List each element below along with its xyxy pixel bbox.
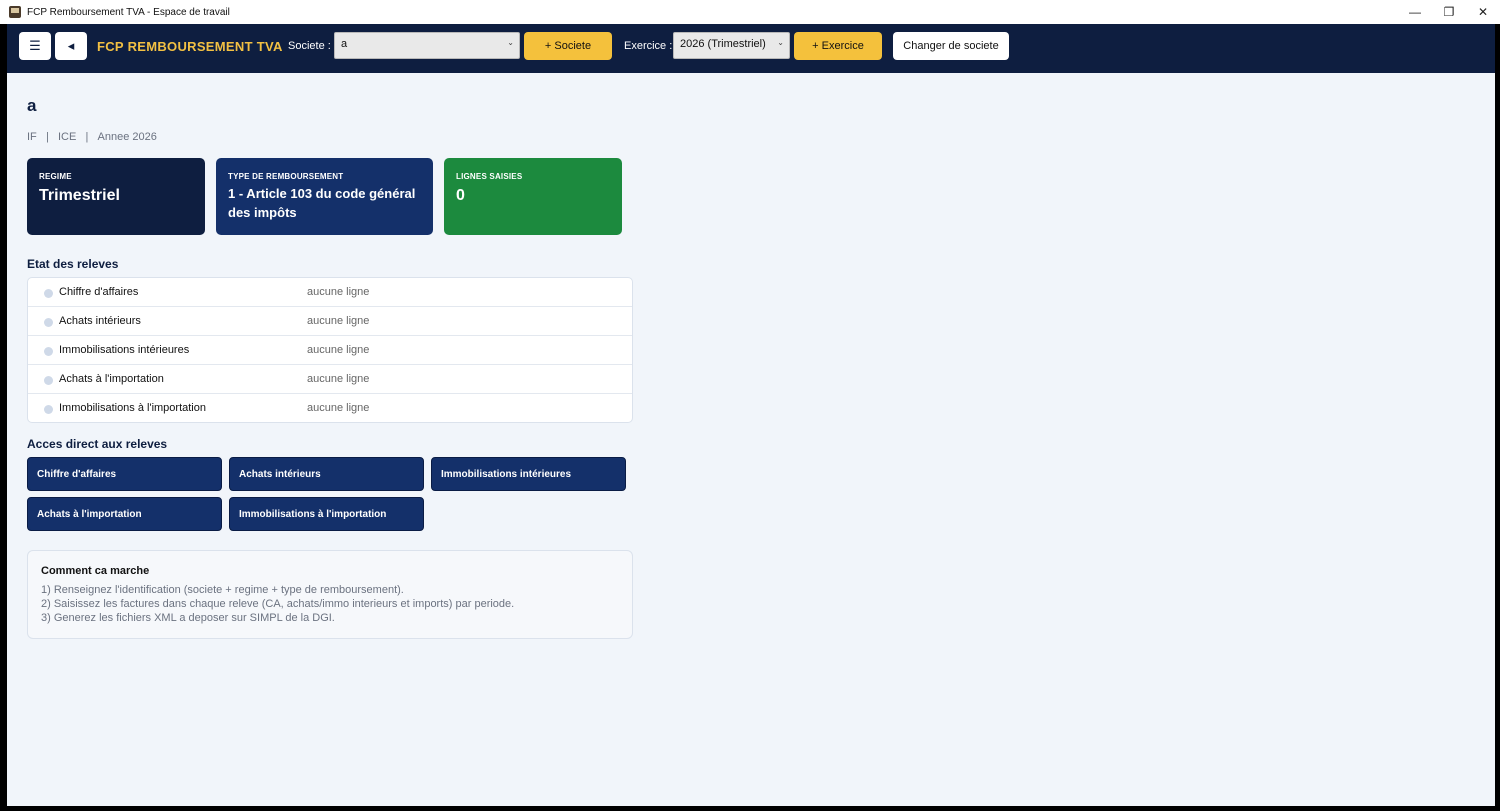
status-section-title: Etat des releves [27, 257, 119, 271]
refund-type-caption: TYPE DE REMBOURSEMENT [228, 172, 344, 181]
close-icon[interactable]: ✕ [1466, 0, 1500, 24]
back-arrow-icon: ◂ [67, 38, 75, 53]
status-row-state: aucune ligne [307, 315, 370, 327]
menu-button[interactable]: ☰ [19, 32, 51, 60]
restore-icon[interactable]: ❐ [1432, 0, 1466, 24]
status-row-name: Immobilisations à l'importation [59, 402, 206, 414]
minimize-icon[interactable]: — [1398, 0, 1432, 24]
help-title: Comment ca marche [41, 565, 150, 577]
help-step: 1) Renseignez l'identification (societe … [41, 584, 404, 596]
hamburger-icon: ☰ [29, 38, 41, 53]
meta-annee: Annee 2026 [97, 131, 157, 143]
nav-achats-importation-button[interactable]: Achats à l'importation [27, 497, 222, 531]
app-window: FCP Remboursement TVA - Espace de travai… [0, 0, 1500, 811]
nav-immobilisations-interieures-button[interactable]: Immobilisations intérieures [431, 457, 626, 491]
status-row: Chiffre d'affaires aucune ligne [28, 278, 632, 307]
status-row-name: Achats intérieurs [59, 315, 141, 327]
back-button[interactable]: ◂ [55, 32, 87, 60]
chevron-down-icon: ⌄ [777, 38, 784, 47]
status-row: Immobilisations à l'importation aucune l… [28, 394, 632, 423]
status-row-name: Immobilisations intérieures [59, 344, 190, 356]
app-brand: FCP REMBOURSEMENT TVA [97, 39, 283, 54]
window-title: FCP Remboursement TVA - Espace de travai… [27, 6, 230, 18]
exercice-select[interactable]: 2026 (Trimestriel) ⌄ [673, 32, 790, 59]
chevron-down-icon: ⌄ [507, 38, 514, 47]
status-row: Immobilisations intérieures aucune ligne [28, 336, 632, 365]
status-dot-icon [44, 405, 53, 414]
exercice-select-value: 2026 (Trimestriel) [680, 38, 766, 50]
company-meta: IF | ICE | Annee 2026 [27, 131, 157, 143]
help-panel: Comment ca marche 1) Renseignez l'identi… [27, 550, 633, 639]
status-dot-icon [44, 376, 53, 385]
lines-count-card: LIGNES SAISIES 0 [444, 158, 622, 235]
top-toolbar: ☰ ◂ FCP REMBOURSEMENT TVA Societe : a ⌄ … [7, 24, 1495, 73]
company-name: a [27, 96, 37, 115]
meta-separator: | [36, 131, 58, 143]
nav-achats-interieurs-button[interactable]: Achats intérieurs [229, 457, 424, 491]
status-row: Achats à l'importation aucune ligne [28, 365, 632, 394]
exercice-label: Exercice : [624, 40, 673, 52]
status-row-state: aucune ligne [307, 373, 370, 385]
status-row: Achats intérieurs aucune ligne [28, 307, 632, 336]
regime-card: REGIME Trimestriel [27, 158, 205, 235]
meta-separator: | [76, 131, 98, 143]
status-dot-icon [44, 318, 53, 327]
refund-type-card: TYPE DE REMBOURSEMENT 1 - Article 103 du… [216, 158, 433, 235]
app-icon [9, 6, 21, 18]
status-row-state: aucune ligne [307, 344, 370, 356]
help-step: 2) Saisissez les factures dans chaque re… [41, 598, 515, 610]
access-section-title: Acces direct aux releves [27, 437, 168, 451]
help-step: 3) Generez les fichiers XML a deposer su… [41, 612, 335, 624]
societe-label: Societe : [288, 40, 331, 52]
regime-value: Trimestriel [39, 187, 120, 204]
window-controls: — ❐ ✕ [1398, 0, 1500, 24]
societe-select-value: a [341, 38, 348, 50]
add-exercice-button[interactable]: + Exercice [794, 32, 882, 60]
status-row-name: Achats à l'importation [59, 373, 164, 385]
refund-type-value: 1 - Article 103 du code général des impô… [228, 186, 416, 220]
societe-select[interactable]: a ⌄ [334, 32, 520, 59]
regime-caption: REGIME [39, 172, 72, 181]
meta-if: IF [27, 131, 37, 143]
lines-count-caption: LIGNES SAISIES [456, 172, 523, 181]
meta-ice: ICE [57, 131, 77, 143]
status-dot-icon [44, 347, 53, 356]
nav-chiffre-affaires-button[interactable]: Chiffre d'affaires [27, 457, 222, 491]
status-row-state: aucune ligne [307, 402, 370, 414]
status-row-state: aucune ligne [307, 286, 370, 298]
status-list: Chiffre d'affaires aucune ligne Achats i… [27, 277, 633, 423]
lines-count-value: 0 [456, 187, 465, 204]
nav-immobilisations-importation-button[interactable]: Immobilisations à l'importation [229, 497, 424, 531]
status-dot-icon [44, 289, 53, 298]
add-societe-button[interactable]: + Societe [524, 32, 612, 60]
status-row-name: Chiffre d'affaires [59, 286, 139, 298]
title-bar: FCP Remboursement TVA - Espace de travai… [0, 0, 1500, 24]
change-societe-button[interactable]: Changer de societe [893, 32, 1009, 60]
main-content: a IF | ICE | Annee 2026 REGIME Trimestri… [7, 73, 1495, 806]
